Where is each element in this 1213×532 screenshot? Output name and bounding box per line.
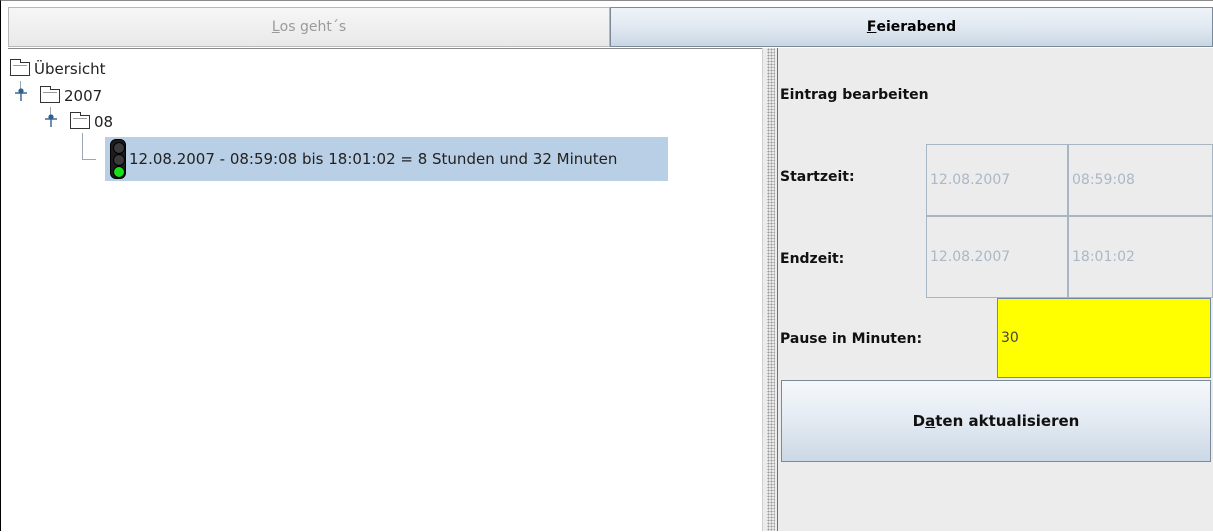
traffic-light-icon (110, 139, 126, 179)
traffic-light-bottom-lamp (113, 166, 125, 178)
folder-icon (40, 86, 60, 103)
pause-minutes-input[interactable]: 30 (997, 298, 1211, 378)
divider-grip[interactable] (767, 48, 775, 531)
update-button-label-start: D (912, 412, 926, 430)
end-date-field[interactable]: 12.08.2007 (926, 216, 1068, 298)
start-button-label: os geht´s (279, 19, 347, 35)
folder-icon (70, 112, 90, 129)
end-of-day-button-mnemonic: F (866, 19, 877, 35)
tree-connector-line (82, 159, 96, 160)
tree-node-year[interactable]: 2007 (40, 85, 102, 107)
tree-node-root[interactable]: Übersicht (10, 58, 106, 80)
end-of-day-button-label: eierabend (876, 19, 957, 35)
split-pane-divider[interactable] (762, 48, 779, 531)
start-button[interactable]: Los geht´s (8, 7, 610, 47)
end-of-day-button[interactable]: Feierabend (610, 7, 1213, 47)
expand-handle-icon[interactable] (44, 113, 58, 127)
end-time-field[interactable]: 18:01:02 (1068, 216, 1213, 298)
tree-panel[interactable]: Übersicht 2007 08 12.08.2007 - 08:59:08 … (8, 48, 762, 532)
start-button-mnemonic: L (271, 19, 280, 35)
tree-node-label: Übersicht (34, 60, 106, 78)
update-button-mnemonic: a (925, 412, 936, 430)
tree-node-label: 08 (94, 113, 114, 131)
end-time-label: Endzeit: (780, 251, 845, 267)
start-time-field[interactable]: 08:59:08 (1068, 144, 1213, 216)
start-time-label: Startzeit: (780, 169, 855, 185)
pause-label: Pause in Minuten: (780, 331, 923, 347)
folder-icon (10, 59, 30, 76)
traffic-light-top-lamp (113, 142, 125, 154)
update-data-button[interactable]: Da ten aktualisieren (781, 380, 1211, 462)
edit-entry-heading: Eintrag bearbeiten (780, 87, 929, 103)
tree-node-entry-label: 12.08.2007 - 08:59:08 bis 18:01:02 = 8 S… (129, 150, 618, 168)
tree-node-month[interactable]: 08 (70, 111, 113, 133)
traffic-light-middle-lamp (113, 154, 125, 166)
tree-connector-line (82, 133, 83, 159)
tree-node-label: 2007 (64, 87, 103, 105)
edit-entry-panel: Eintrag bearbeiten Startzeit: 12.08.2007… (778, 48, 1213, 531)
top-toolbar: Los geht´s Feierabend (0, 7, 1213, 48)
start-date-field[interactable]: 12.08.2007 (926, 144, 1068, 216)
update-button-label-end: ten aktualisieren (935, 412, 1080, 430)
expand-handle-icon[interactable] (14, 87, 28, 101)
tree-node-entry[interactable]: 12.08.2007 - 08:59:08 bis 18:01:02 = 8 S… (129, 148, 617, 170)
